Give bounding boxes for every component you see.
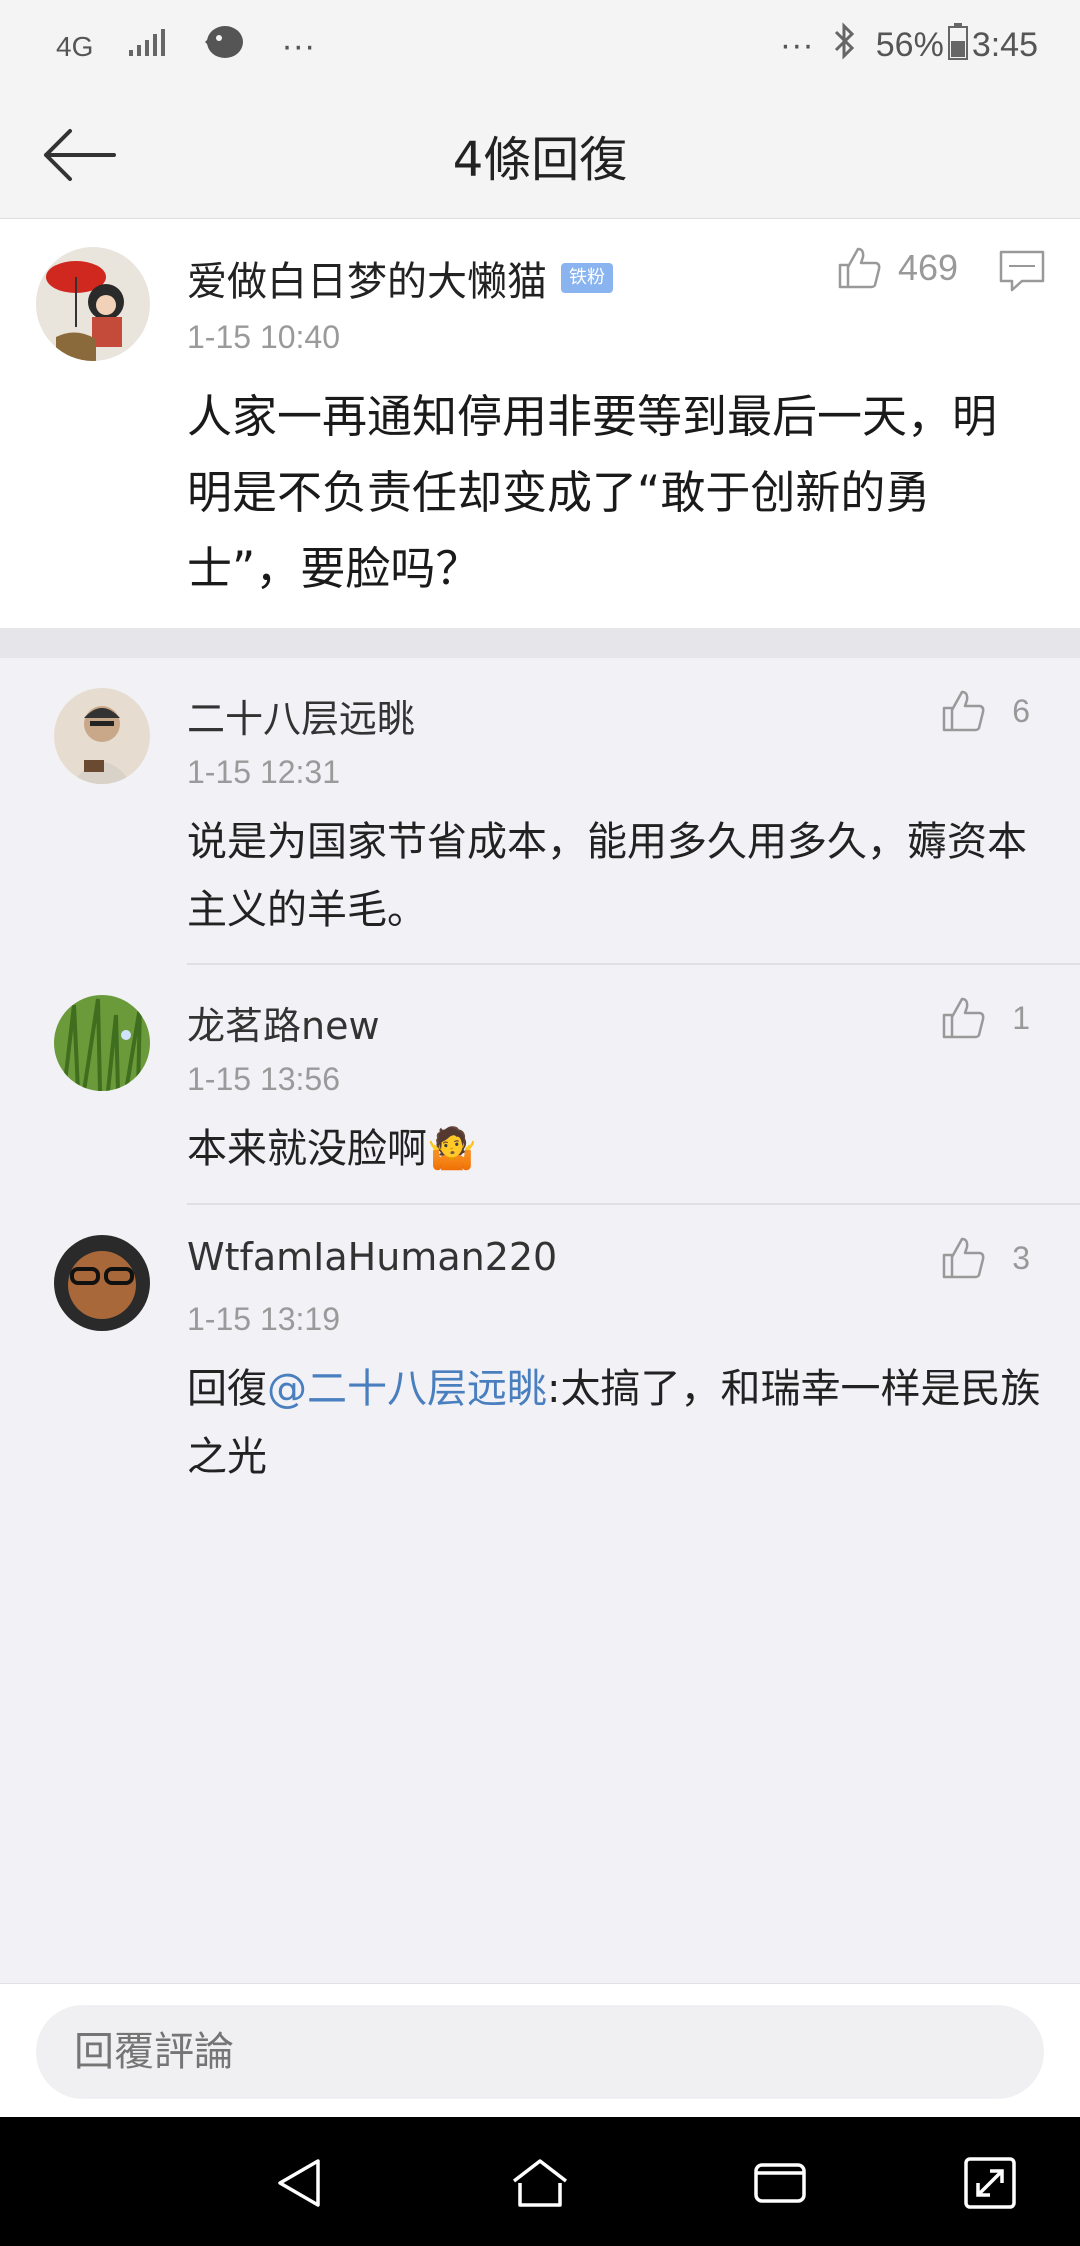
thumbs-up-icon: [838, 247, 881, 289]
fan-badge: 铁粉: [561, 263, 613, 293]
reply-prefix: 回復: [187, 1366, 267, 1412]
reply-text: 本来就没脸啊🤷: [187, 1115, 1047, 1183]
thumbs-up-icon: [942, 1237, 985, 1279]
comment-text: 人家一再通知停用非要等到最后一天，明明是不负责任却变成了“敢于创新的勇士”，要脸…: [187, 390, 998, 595]
bluetooth-icon: [832, 22, 858, 69]
reply-text: 说是为国家节省成本，能用多久用多久，薅资本主义的羊毛。: [187, 819, 1027, 933]
network-indicator: 4G: [56, 30, 94, 62]
reply-time: 1-15 13:56: [187, 1061, 341, 1097]
reply-input-bar: [0, 1983, 1080, 2118]
reply-button[interactable]: [998, 249, 1046, 293]
main-comment: 爱做白日梦的大懒猫 铁粉 1-15 10:40 469 人家一再通知停用非要等到…: [0, 219, 1080, 628]
expand-icon: [964, 2157, 1016, 2209]
shrug-emoji: 🤷: [427, 1126, 477, 1172]
reply-time: 1-15 13:19: [187, 1301, 341, 1337]
page-title: 4條回復: [452, 132, 628, 188]
nav-back-button[interactable]: [270, 2153, 330, 2213]
author-name-row: 爱做白日梦的大懒猫 铁粉: [187, 249, 613, 307]
section-divider: [0, 628, 1080, 658]
like-button[interactable]: 6: [940, 688, 1030, 734]
clock: 3:45: [971, 26, 1038, 64]
avatar[interactable]: [54, 1235, 150, 1331]
like-button[interactable]: 3: [940, 1235, 1030, 1281]
avatar[interactable]: [54, 688, 150, 784]
thumbs-up-icon: [942, 997, 985, 1039]
reply-input[interactable]: [36, 2005, 1044, 2099]
avatar[interactable]: [36, 247, 150, 361]
status-left: 4G ···: [56, 22, 315, 71]
reply-item: 龙茗路new 1-15 13:56 1 本来就没脸啊🤷: [0, 965, 1080, 1205]
reply-text-body: 本来就没脸啊: [187, 1126, 427, 1172]
nav-recents-button[interactable]: [750, 2153, 810, 2213]
more-notifications: ···: [281, 27, 316, 65]
reply-item: 二十八层远眺 1-15 12:31 6 说是为国家节省成本，能用多久用多久，薅资…: [0, 658, 1080, 965]
reply-author[interactable]: 二十八层远眺: [187, 688, 415, 743]
avatar[interactable]: [54, 995, 150, 1091]
reply-text: 回復@二十八层远眺:太搞了，和瑞幸一样是民族之光: [187, 1355, 1047, 1491]
battery-icon: [947, 22, 968, 69]
like-button[interactable]: 1: [940, 995, 1030, 1041]
app-notification-icon: [201, 22, 247, 71]
title-bar: 4條回復: [0, 90, 1080, 219]
status-bar: 4G ··· ··· 56% 3:45: [0, 0, 1080, 90]
nav-home-button[interactable]: [510, 2153, 570, 2213]
reply-time: 1-15 12:31: [187, 754, 341, 790]
home-icon: [512, 2159, 568, 2207]
back-triangle-icon: [278, 2159, 320, 2207]
signal-icon: [127, 27, 167, 67]
like-button[interactable]: 469: [836, 245, 958, 291]
thumbs-up-icon: [942, 690, 985, 732]
comment-icon: [999, 250, 1045, 292]
like-count: 469: [898, 247, 959, 288]
mention-link[interactable]: @二十八层远眺: [267, 1366, 547, 1412]
nav-expand-button[interactable]: [960, 2153, 1020, 2213]
system-nav-bar: [0, 2117, 1080, 2246]
reply-item: WtfamIaHuman220 1-15 13:19 3 回復@二十八层远眺:太…: [0, 1205, 1080, 1505]
reply-author[interactable]: 龙茗路new: [187, 995, 380, 1050]
battery-percent: 56%: [875, 26, 944, 64]
author-name[interactable]: 爱做白日梦的大懒猫: [187, 249, 547, 307]
like-count: 6: [1012, 692, 1030, 729]
reply-author[interactable]: WtfamIaHuman220: [187, 1235, 557, 1279]
status-right: ··· 56% 3:45: [780, 22, 1038, 69]
like-count: 3: [1012, 1239, 1030, 1276]
more-status: ···: [779, 26, 814, 64]
recents-icon: [754, 2163, 806, 2203]
like-count: 1: [1012, 999, 1030, 1036]
comment-time: 1-15 10:40: [187, 319, 341, 355]
